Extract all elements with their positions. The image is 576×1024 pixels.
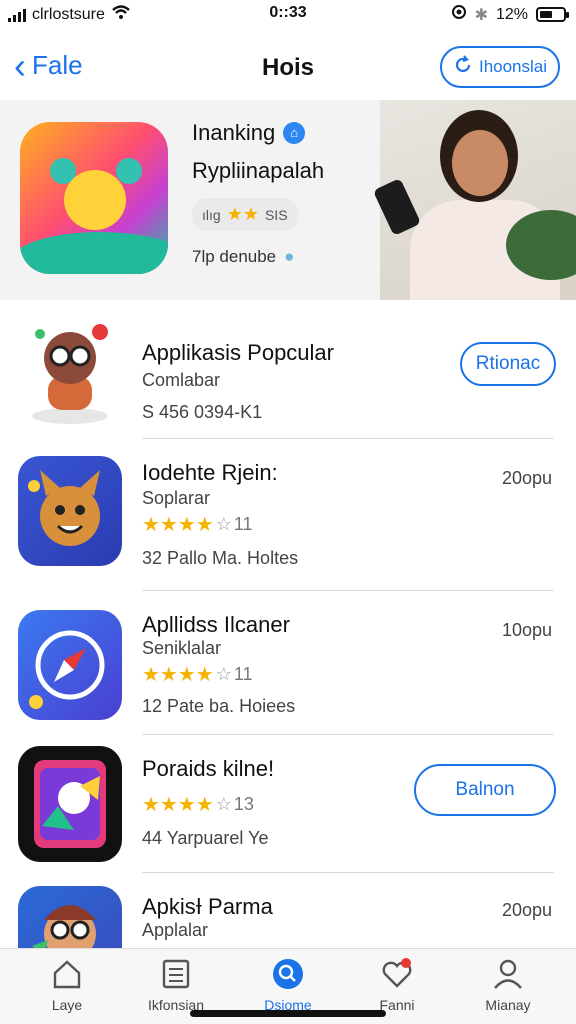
divider — [142, 590, 554, 591]
top-action-label: Ihoonslai — [478, 57, 548, 76]
app-name: ApkisƗ Parma — [142, 894, 273, 919]
app-category: Comlabar — [142, 370, 221, 390]
star-icon: ★★★★ — [142, 664, 214, 686]
list-item[interactable]: Apllidss Ilcaner Seniklalar ★★★★ ☆ 11 12 … — [0, 606, 576, 736]
rating-count: 11 — [233, 664, 253, 684]
home-icon — [50, 957, 84, 991]
featured-banner[interactable]: Inanking ⌂ Rypliinapalah ılıg ★★ SIS 7lp… — [0, 100, 576, 300]
search-icon — [271, 957, 305, 991]
divider — [142, 438, 554, 439]
list-item[interactable]: ApkisƗ Parma Applalar 20opu — [0, 884, 576, 948]
top-action-button[interactable]: Ihoonslai — [440, 46, 560, 88]
star-icon: ★★ — [226, 204, 259, 224]
featured-subtitle: Rypliinapalah — [192, 158, 325, 183]
rating-prefix: ılıg — [202, 206, 221, 223]
app-price: 20opu — [501, 468, 552, 488]
status-bar: clrlostsure 0::33 ✱ 12% — [0, 0, 576, 28]
heart-icon — [380, 957, 414, 991]
location-icon — [451, 4, 467, 25]
featured-app-icon[interactable] — [20, 122, 168, 274]
app-meta: S 456 0394-K1 — [142, 402, 263, 422]
rating-stars: ★★★★ ☆ 13 — [142, 792, 254, 817]
app-icon[interactable] — [18, 456, 122, 566]
battery-percent: 12% — [495, 5, 528, 23]
tab-search[interactable]: Dsiome — [238, 957, 338, 1013]
person-icon — [491, 957, 525, 991]
star-empty-icon: ☆ — [215, 514, 232, 534]
app-name: Poraids kilne! — [142, 756, 275, 781]
tab-list[interactable]: Ikfonsian — [126, 957, 226, 1013]
divider — [142, 872, 554, 873]
tab-home[interactable]: Laye — [17, 957, 117, 1013]
app-name: Applikasis Popcular — [142, 340, 334, 365]
app-icon[interactable] — [18, 316, 122, 426]
home-indicator[interactable] — [190, 1010, 386, 1017]
star-empty-icon: ☆ — [215, 664, 232, 684]
app-name: Apllidss Ilcaner — [142, 612, 290, 637]
divider — [142, 734, 554, 735]
app-category: Seniklalar — [142, 638, 222, 658]
bluetooth-icon: ✱ — [474, 6, 488, 24]
globe-icon: ● — [284, 247, 295, 266]
app-action-button[interactable]: Rtionac — [460, 342, 556, 386]
app-category: Applalar — [142, 920, 209, 940]
tab-label: Laye — [51, 997, 83, 1013]
featured-rating: ılıg ★★ SIS — [192, 198, 298, 231]
app-icon[interactable] — [18, 610, 122, 720]
star-icon: ★★★★ — [142, 794, 214, 816]
app-meta: 44 Yarpuarel Ye — [142, 828, 269, 848]
rating-count: 13 — [233, 794, 254, 814]
rating-stars: ★★★★ ☆ 11 — [142, 662, 253, 687]
app-category: Soplarar — [142, 488, 211, 508]
navigation-bar: ‹ Fale Hois Ihoonslai — [0, 40, 576, 94]
list-icon — [159, 957, 193, 991]
app-icon[interactable] — [18, 886, 122, 948]
tab-favorites[interactable]: Fanni — [347, 957, 447, 1013]
rating-stars: ★★★★ ☆ 11 — [142, 512, 253, 537]
app-price: 10opu — [501, 620, 552, 640]
star-icon: ★★★★ — [142, 514, 214, 536]
app-action-button[interactable]: Balnon — [414, 764, 556, 816]
tab-label: Mianay — [485, 997, 531, 1013]
verified-badge-icon: ⌂ — [283, 122, 306, 144]
app-meta: 12 Pate ba. Hoiees — [142, 696, 296, 716]
star-empty-icon: ☆ — [215, 794, 232, 814]
battery-icon — [536, 7, 569, 22]
tab-profile[interactable]: Mianay — [458, 957, 558, 1013]
featured-developer: 7lp denube — [192, 247, 277, 266]
app-price: 20opu — [501, 900, 552, 920]
list-item[interactable]: Iodehte Rjein: Soplarar ★★★★ ☆ 11 32 Pall… — [0, 452, 576, 582]
featured-title: Inanking — [192, 120, 276, 145]
list-item[interactable]: Applikasis Popcular Comlabar S 456 0394-… — [0, 312, 576, 437]
featured-promo-photo — [372, 100, 576, 300]
rating-count: 11 — [233, 514, 253, 534]
app-meta: 32 Pallo Ma. Holtes — [142, 548, 299, 568]
list-item[interactable]: Poraids kilne! ★★★★ ☆ 13 44 Yarpuarel Ye … — [0, 746, 576, 876]
app-icon[interactable] — [18, 746, 122, 862]
app-name: Iodehte Rjein: — [142, 460, 278, 485]
refresh-icon — [453, 54, 473, 80]
rating-suffix: SIS — [264, 206, 288, 223]
